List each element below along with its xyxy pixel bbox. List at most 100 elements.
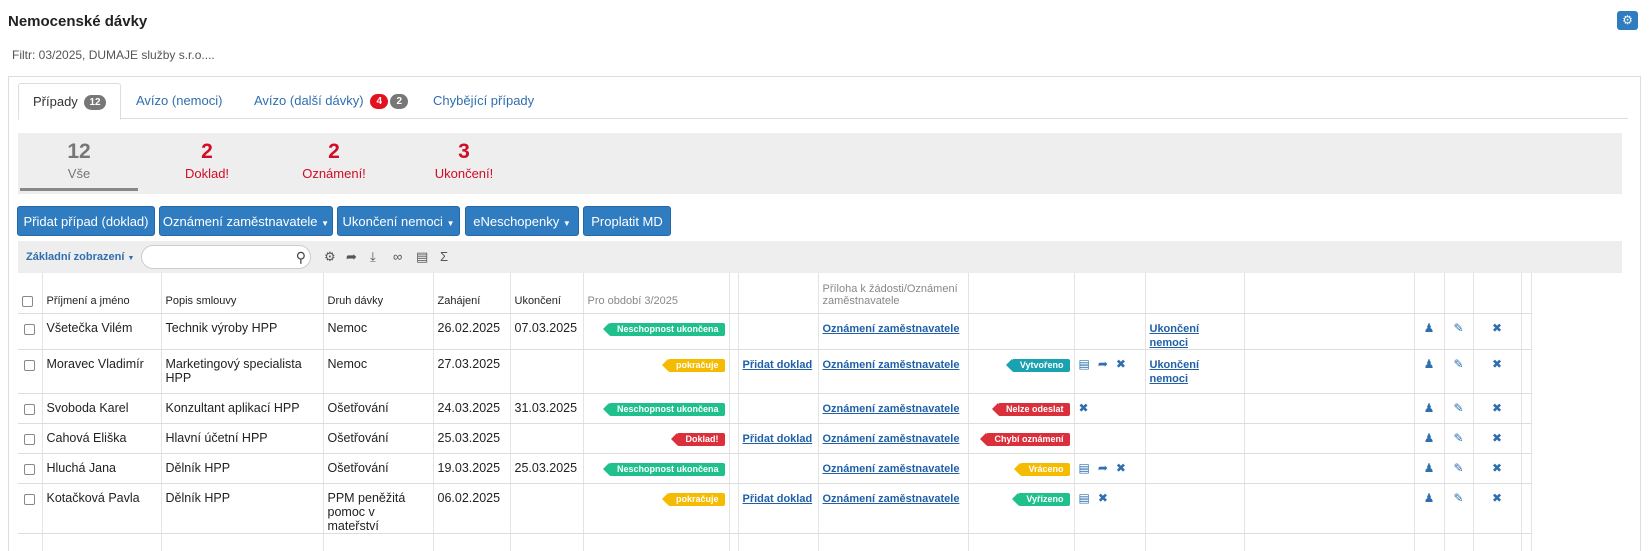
table-row[interactable]: Všetečka Vilém Technik výroby HPP Nemoc … [18,313,1532,350]
add-doc-link[interactable]: Přidat doklad [743,493,813,505]
edit-cell: ✎ [1444,313,1474,350]
end-illness-link[interactable]: Ukončení nemoci [1150,323,1200,349]
end-illness-cell [1145,393,1245,424]
actions-cell: ▤ ➦ ✖ [1074,453,1146,484]
share-icon[interactable]: ➦ [346,249,357,265]
delete-icon[interactable]: ✖ [1116,461,1126,475]
delete-icon[interactable]: ✖ [1492,321,1502,335]
person-icon[interactable]: ♟ [1424,491,1435,505]
tab-chybejici-pripady[interactable]: Chybějící případy [419,83,548,120]
print-icon[interactable]: ▤ [1079,491,1090,505]
col-end[interactable]: Ukončení [510,273,584,314]
col-attachment[interactable]: Příloha k žádosti/Oznámení zaměstnavatel… [818,273,969,314]
settings-button[interactable]: ⚙ [1617,11,1638,30]
col-name[interactable]: Příjmení a jméno [42,273,162,314]
row-checkbox[interactable] [24,323,36,335]
view-select[interactable]: Základní zobrazení ▼ [26,251,134,263]
download-icon[interactable]: ⤓ [370,249,376,265]
table-row[interactable]: Cahová Eliška Hlavní účetní HPP Ošetřová… [18,423,1532,454]
delete-icon[interactable]: ✖ [1492,461,1502,475]
edit-icon[interactable]: ✎ [1453,401,1463,415]
table-row[interactable]: Kotačková Pavla Dělník HPP PPM peněžitá … [18,483,1532,534]
row-checkbox[interactable] [24,433,36,445]
delete-icon[interactable]: ✖ [1116,357,1126,371]
eneschopenky-dropdown[interactable]: eNeschopenky ▼ [465,206,579,236]
edit-icon[interactable]: ✎ [1453,461,1463,475]
row-checkbox[interactable] [24,493,36,505]
period-cell: pokračuje [583,483,730,534]
row-select-cell[interactable] [18,483,43,534]
summary-ukonceni[interactable]: 3 Ukončení! [405,133,523,191]
employer-notice-dropdown[interactable]: Oznámení zaměstnavatele ▼ [159,206,333,236]
row-select-cell[interactable] [18,393,43,424]
row-checkbox[interactable] [24,463,36,475]
employer-notice-link[interactable]: Oznámení zaměstnavatele [823,463,960,475]
end-illness-cell [1145,453,1245,484]
summary-oznameni[interactable]: 2 Oznámení! [275,133,393,191]
person-icon[interactable]: ♟ [1424,321,1435,335]
person-icon[interactable]: ♟ [1424,461,1435,475]
search-icon[interactable]: ⚲ [296,249,306,266]
delete-icon[interactable]: ✖ [1079,401,1089,415]
sum-icon[interactable]: Σ [440,249,448,264]
person-icon[interactable]: ♟ [1424,431,1435,445]
row-select-cell[interactable] [18,423,43,454]
end-illness-dropdown[interactable]: Ukončení nemoci ▼ [337,206,460,236]
empty-cell [1244,483,1415,534]
gear-icon[interactable]: ⚙ [324,249,336,265]
row-select-cell[interactable] [18,349,43,394]
edit-icon[interactable]: ✎ [1453,491,1463,505]
print-icon[interactable]: ▤ [1079,357,1090,371]
delete-icon[interactable]: ✖ [1492,357,1502,371]
tab-avizo-nemoci[interactable]: Avízo (nemoci) [122,83,236,120]
table-row[interactable]: Hluchá Jana Dělník HPP Ošetřování 19.03.… [18,453,1532,484]
edit-icon[interactable]: ✎ [1453,357,1463,371]
name-cell: Kotačková Pavla [42,483,162,534]
delete-icon[interactable]: ✖ [1492,401,1502,415]
delete-icon[interactable]: ✖ [1492,491,1502,505]
add-case-button[interactable]: Přidat případ (doklad) [17,206,155,236]
employer-notice-link[interactable]: Oznámení zaměstnavatele [823,433,960,445]
table-row[interactable]: Svoboda Karel Konzultant aplikací HPP Oš… [18,393,1532,424]
tab-avizo-dalsi-davky[interactable]: Avízo (další dávky) 42 [240,83,422,120]
col-period[interactable]: Pro období 3/2025 [583,273,730,314]
contract-cell: Konzultant aplikací HPP [161,393,324,424]
period-badge: Doklad! [671,432,725,446]
select-all-cell[interactable] [18,273,43,314]
print-icon[interactable]: ▤ [1079,461,1090,475]
add-doc-link[interactable]: Přidat doklad [743,359,813,371]
tab-pripady[interactable]: Případy 12 [18,83,121,120]
link-icon[interactable]: ∞ [393,249,402,264]
share-icon[interactable]: ➦ [1098,461,1108,475]
start-cell: 27.03.2025 [433,349,511,394]
col-contract[interactable]: Popis smlouvy [161,273,324,314]
row-select-cell[interactable] [18,453,43,484]
delete-icon[interactable]: ✖ [1492,431,1502,445]
select-all-checkbox[interactable] [22,295,33,307]
pay-md-button[interactable]: Proplatit MD [583,206,671,236]
search-input[interactable]: ⚲ [141,245,311,269]
summary-all[interactable]: 12 Vše [20,133,138,191]
col-type[interactable]: Druh dávky [323,273,434,314]
summary-doklad[interactable]: 2 Doklad! [148,133,266,191]
add-doc-link[interactable]: Přidat doklad [743,433,813,445]
edit-icon[interactable]: ✎ [1453,321,1463,335]
employer-notice-link[interactable]: Oznámení zaměstnavatele [823,323,960,335]
employer-notice-link[interactable]: Oznámení zaměstnavatele [823,493,960,505]
person-icon[interactable]: ♟ [1424,357,1435,371]
edit-icon[interactable]: ✎ [1453,431,1463,445]
col-start[interactable]: Zahájení [433,273,511,314]
doc-cell: Přidat doklad [738,349,819,394]
row-select-cell[interactable] [18,313,43,350]
employer-notice-link[interactable]: Oznámení zaměstnavatele [823,403,960,415]
row-checkbox[interactable] [24,359,36,371]
row-checkbox[interactable] [24,403,36,415]
person-icon[interactable]: ♟ [1424,401,1435,415]
end-illness-link[interactable]: Ukončení nemoci [1150,359,1200,385]
table-row[interactable]: Moravec Vladimír Marketingový specialist… [18,349,1532,394]
share-icon[interactable]: ➦ [1098,357,1108,371]
delete-icon[interactable]: ✖ [1098,491,1108,505]
print-icon[interactable]: ▤ [416,249,428,265]
col-person [1414,273,1445,314]
employer-notice-link[interactable]: Oznámení zaměstnavatele [823,359,960,371]
